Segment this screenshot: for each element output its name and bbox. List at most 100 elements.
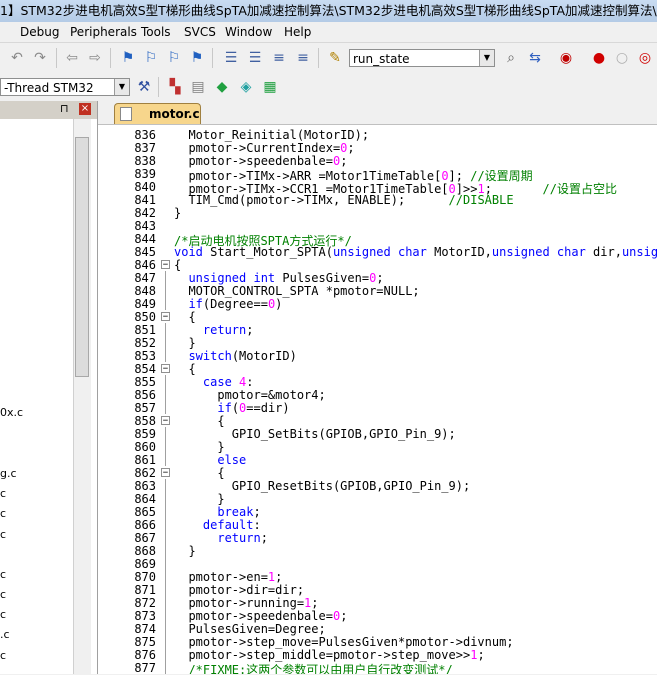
- debug-icon[interactable]: ◉: [557, 49, 575, 67]
- tab-motor-c[interactable]: motor.c: [114, 103, 201, 124]
- comment-icon[interactable]: ≡: [270, 49, 288, 67]
- code-token: pmotor->step_move=PulsesGiven*pmotor->di…: [174, 635, 514, 649]
- code-token: unsigned int: [188, 271, 276, 285]
- manage-components-icon[interactable]: ▚: [166, 78, 184, 96]
- fold-toggle-icon[interactable]: −: [161, 312, 170, 322]
- breakpoint-icon[interactable]: ●: [590, 49, 608, 67]
- pin-icon[interactable]: ⊓: [60, 102, 69, 115]
- chevron-down-icon[interactable]: ▼: [479, 50, 494, 66]
- code-token: ;: [253, 505, 261, 519]
- code-token: break: [217, 505, 254, 519]
- find-in-files-icon[interactable]: ✎: [326, 49, 344, 67]
- fold-guide: [165, 648, 166, 661]
- file-extensions-icon[interactable]: ▤: [189, 78, 207, 96]
- line-number: 850: [134, 310, 156, 324]
- fold-guide: [165, 609, 166, 622]
- breakpoint-disable-icon[interactable]: ○: [613, 49, 631, 67]
- unindent-icon[interactable]: ☰: [246, 49, 264, 67]
- fold-guide: [165, 661, 166, 674]
- code-line: unsigned int PulsesGiven=0;: [174, 271, 383, 285]
- line-number: 859: [134, 427, 156, 441]
- line-number: 869: [134, 557, 156, 571]
- find-combo[interactable]: run_state ▼: [349, 49, 495, 67]
- code-token: ;: [477, 648, 485, 662]
- code-line: pmotor=&motor4;: [174, 388, 325, 402]
- bookmark-icon[interactable]: ⚑: [119, 49, 137, 67]
- code-token: :: [246, 375, 254, 389]
- undo-icon[interactable]: ↶: [8, 49, 26, 67]
- code-token: pmotor->step_middle=pmotor->step_move>>: [174, 648, 471, 662]
- code-line: break;: [174, 505, 261, 519]
- toolbar-separator: [56, 48, 57, 68]
- project-panel-header: ⊓ ×: [0, 101, 97, 119]
- close-icon[interactable]: ×: [79, 103, 91, 115]
- find-icon[interactable]: ⌕: [502, 49, 520, 67]
- redo-icon[interactable]: ↷: [31, 49, 49, 67]
- code-token: return: [202, 323, 247, 337]
- chevron-down-icon[interactable]: ▼: [114, 79, 129, 95]
- fold-toggle-icon[interactable]: −: [161, 416, 170, 426]
- incremental-find-icon[interactable]: ⇆: [526, 49, 544, 67]
- fold-guide: [165, 531, 166, 544]
- line-number: 855: [134, 375, 156, 389]
- target-options-icon[interactable]: ⚒: [135, 78, 153, 96]
- line-number: 837: [134, 141, 156, 155]
- code-token: unsigne: [621, 245, 657, 259]
- menu-window[interactable]: Window: [225, 22, 272, 42]
- code-token: switch: [188, 349, 232, 363]
- fold-toggle-icon[interactable]: −: [161, 260, 170, 270]
- project-file[interactable]: 0x.c: [0, 406, 23, 419]
- pack-installer-icon[interactable]: ◈: [237, 78, 255, 96]
- nav-forward-icon[interactable]: ⇨: [86, 49, 104, 67]
- code-line: pmotor->CurrentIndex=0;: [174, 141, 354, 155]
- uncomment-icon[interactable]: ≡: [294, 49, 312, 67]
- fold-toggle-icon[interactable]: −: [161, 364, 170, 374]
- project-file[interactable]: c: [0, 588, 6, 601]
- project-file[interactable]: g.c: [0, 467, 17, 480]
- code-token: }: [174, 544, 196, 558]
- menu-peripherals[interactable]: Peripherals: [70, 22, 137, 42]
- indent-icon[interactable]: ☰: [222, 49, 240, 67]
- menu-tools[interactable]: Tools: [141, 22, 171, 42]
- bookmark-next-icon[interactable]: ⚐: [165, 49, 183, 67]
- scrollbar-thumb[interactable]: [75, 137, 89, 377]
- code-line: GPIO_SetBits(GPIOB,GPIO_Pin_9);: [174, 427, 456, 441]
- bookmark-clear-icon[interactable]: ⚑: [188, 49, 206, 67]
- menu-svcs[interactable]: SVCS: [184, 22, 216, 42]
- project-panel-scrollbar[interactable]: [73, 119, 91, 674]
- project-file[interactable]: c: [0, 608, 6, 621]
- project-file[interactable]: c: [0, 487, 6, 500]
- line-number: 839: [134, 167, 156, 181]
- bookmark-prev-icon[interactable]: ⚐: [142, 49, 160, 67]
- fold-toggle-icon[interactable]: −: [161, 468, 170, 478]
- code-line: else: [174, 453, 246, 467]
- menu-help[interactable]: Help: [284, 22, 311, 42]
- project-file[interactable]: c: [0, 649, 6, 662]
- nav-back-icon[interactable]: ⇦: [63, 49, 81, 67]
- code-token: ;: [260, 531, 268, 545]
- line-number: 860: [134, 440, 156, 454]
- target-combo[interactable]: -Thread STM32 ▼: [0, 78, 130, 96]
- find-combo-value: run_state: [353, 52, 410, 66]
- project-file[interactable]: c: [0, 507, 6, 520]
- menu-debug[interactable]: Debug: [20, 22, 59, 42]
- code-token: {: [174, 466, 225, 480]
- code-token: /*FIXME:这两个参数可以由用户自行改变测试*/: [188, 663, 453, 674]
- project-file[interactable]: c: [0, 528, 6, 541]
- code-token: void: [174, 245, 203, 259]
- select-packs-icon[interactable]: ▦: [261, 78, 279, 96]
- line-number: 864: [134, 492, 156, 506]
- fold-guide: [165, 492, 166, 505]
- fold-guide: [165, 349, 166, 362]
- code-area[interactable]: Motor_Reinitial(MotorID); pmotor->Curren…: [174, 125, 657, 674]
- project-file[interactable]: .c: [0, 628, 10, 641]
- code-token: else: [217, 453, 247, 467]
- code-line: return;: [174, 323, 254, 337]
- rte-icon[interactable]: ◆: [213, 78, 231, 96]
- breakpoint-clear-icon[interactable]: ◎: [636, 49, 654, 67]
- project-file[interactable]: c: [0, 568, 6, 581]
